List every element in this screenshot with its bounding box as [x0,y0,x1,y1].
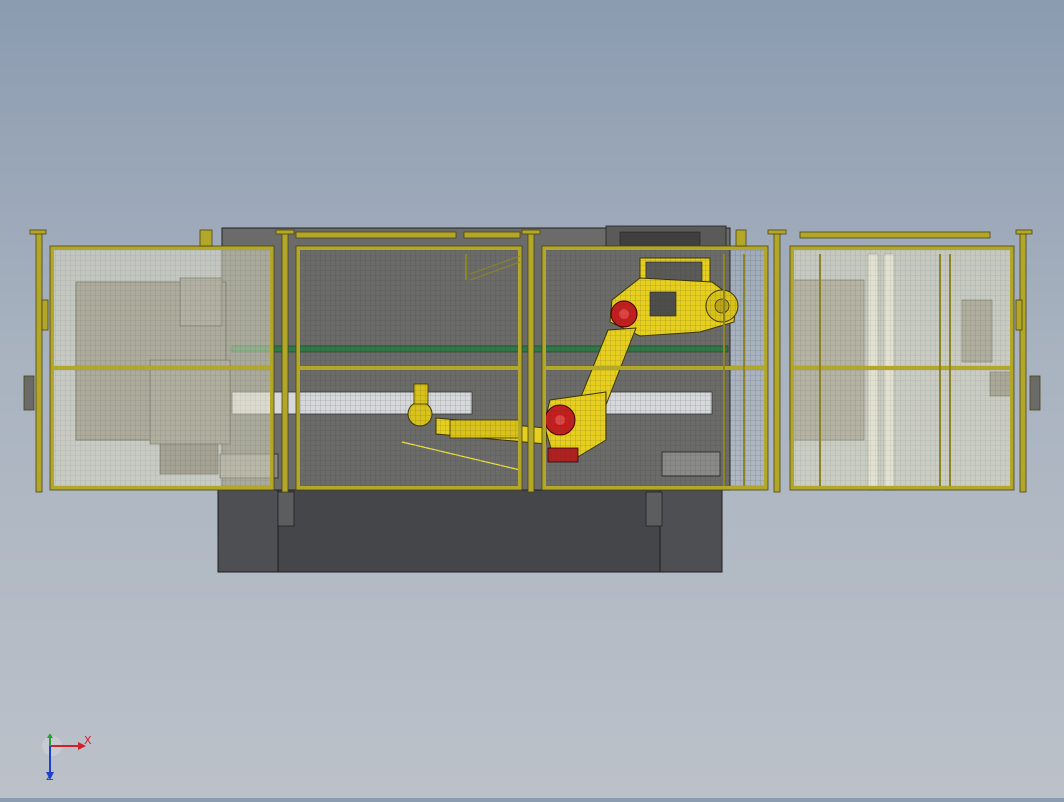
coordinate-triad: X Z Y [40,733,100,784]
model-view[interactable] [0,0,1064,798]
graphics-viewport[interactable]: X Z Y [0,0,1064,798]
x-axis-label: X [84,734,92,747]
z-axis-label: Z [46,770,54,783]
machine-base [217,487,723,573]
